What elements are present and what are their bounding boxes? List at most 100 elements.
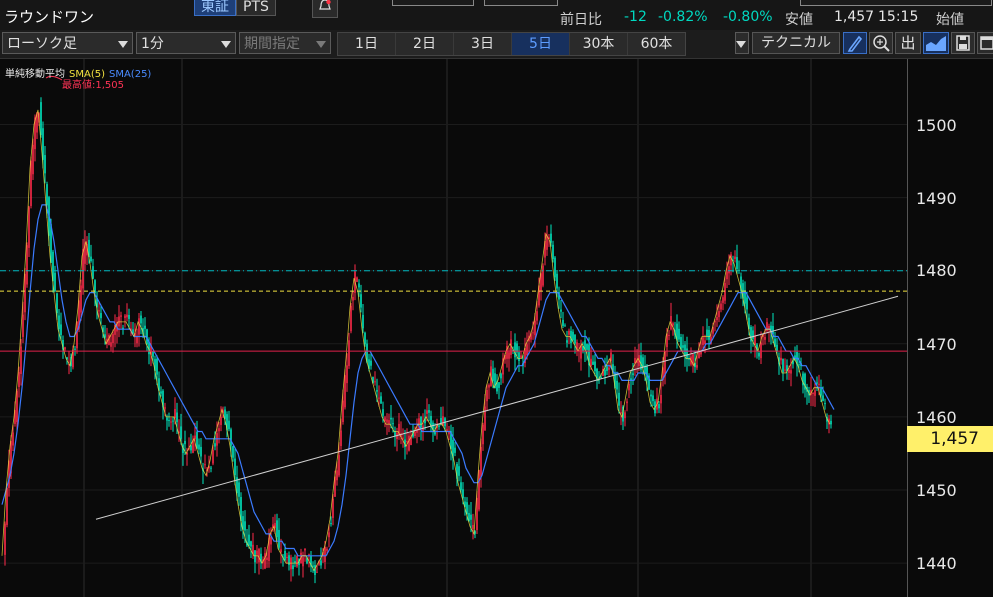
period-1d[interactable]: 1日: [338, 33, 396, 55]
candle: [574, 334, 576, 344]
candle: [484, 406, 486, 431]
candle: [642, 357, 644, 367]
candle: [28, 207, 30, 248]
candle: [604, 369, 606, 376]
chevron-down-icon: [221, 41, 231, 48]
candle: [672, 323, 674, 326]
period-3d[interactable]: 3日: [454, 33, 512, 55]
period-5d[interactable]: 5日: [512, 33, 570, 55]
candle: [320, 560, 322, 566]
candle: [760, 342, 762, 359]
candle: [362, 314, 364, 329]
candle: [572, 331, 574, 341]
price-axis[interactable]: 1500 1490 1480 1470 1460 1450 1440: [907, 59, 993, 597]
window-icon: [980, 36, 993, 50]
technical-button[interactable]: テクニカル: [752, 32, 840, 54]
tab-pts[interactable]: PTS: [236, 0, 276, 16]
low-value: 1,457: [834, 9, 875, 25]
candle: [788, 369, 790, 373]
candle: [180, 426, 182, 439]
candle: [168, 420, 170, 422]
period-30[interactable]: 30本: [570, 33, 628, 55]
chart-canvas[interactable]: [0, 59, 907, 597]
candle: [730, 254, 732, 266]
candle: [758, 353, 760, 357]
candle: [12, 432, 14, 446]
candle: [416, 428, 418, 433]
candle: [364, 332, 366, 345]
y-tick-1490: 1490: [916, 189, 957, 208]
candle: [754, 335, 756, 346]
candle: [488, 384, 490, 388]
candle: [556, 273, 558, 289]
candle: [388, 420, 390, 424]
candle: [302, 557, 304, 567]
candle: [678, 328, 680, 340]
window-button[interactable]: [977, 32, 993, 54]
zoom-icon: [873, 35, 890, 52]
candle: [316, 571, 318, 573]
candle: [824, 403, 826, 405]
candle: [16, 390, 18, 423]
candle: [440, 417, 442, 424]
interval-select[interactable]: 1分: [136, 32, 236, 54]
period-60[interactable]: 60本: [628, 33, 685, 55]
candle: [286, 556, 288, 558]
candle: [266, 557, 268, 560]
candle: [720, 303, 722, 310]
chevron-down-icon: [316, 41, 326, 48]
y-tick-1500: 1500: [916, 116, 957, 135]
candle: [746, 297, 748, 310]
info-box-2: [484, 0, 558, 6]
candle: [608, 367, 610, 370]
draw-button[interactable]: [843, 32, 867, 54]
candle: [4, 523, 6, 555]
y-tick-1460: 1460: [916, 408, 957, 427]
candle: [460, 482, 462, 490]
candle: [244, 521, 246, 531]
alert-button[interactable]: [312, 0, 338, 18]
candle: [462, 489, 464, 499]
save-icon: [956, 35, 970, 51]
candle: [738, 269, 740, 271]
period-2d[interactable]: 2日: [396, 33, 454, 55]
price-chart[interactable]: [0, 59, 907, 597]
candle: [822, 395, 824, 401]
candle: [172, 420, 174, 422]
chart-style-button[interactable]: [923, 32, 949, 54]
candle: [542, 265, 544, 286]
tab-tse[interactable]: 東証: [194, 0, 236, 16]
candle: [56, 293, 58, 314]
candle: [110, 342, 112, 347]
info-box-1: [392, 0, 474, 6]
zoom-button[interactable]: [869, 32, 893, 54]
save-button[interactable]: [951, 32, 975, 54]
candle: [486, 389, 488, 402]
sma5-line: [1, 109, 831, 572]
candle: [812, 392, 814, 394]
candle: [664, 351, 666, 377]
candle: [230, 429, 232, 446]
candle: [386, 419, 388, 423]
candle: [728, 266, 730, 274]
candle: [328, 532, 330, 538]
chart-type-select[interactable]: ローソク足: [2, 32, 133, 54]
candle: [350, 305, 352, 332]
volume-toggle-button[interactable]: 出: [895, 32, 921, 54]
candle: [658, 404, 660, 409]
candle: [370, 360, 372, 366]
change-value: -12: [624, 9, 647, 25]
interval-value: 1分: [141, 36, 164, 52]
quote-header: ラウンドワン 東証 PTS 前日比 -12 -0.82% -0.80% 安値 1…: [0, 0, 993, 30]
range-value: 期間指定: [244, 36, 300, 52]
candle: [54, 272, 56, 292]
more-periods-select[interactable]: [735, 32, 749, 54]
candle: [90, 256, 92, 262]
candle: [92, 266, 94, 279]
candle: [76, 321, 78, 349]
candle: [58, 315, 60, 330]
range-select[interactable]: 期間指定: [239, 32, 331, 54]
candle: [498, 382, 500, 388]
candle: [278, 529, 280, 548]
candle: [198, 444, 200, 450]
